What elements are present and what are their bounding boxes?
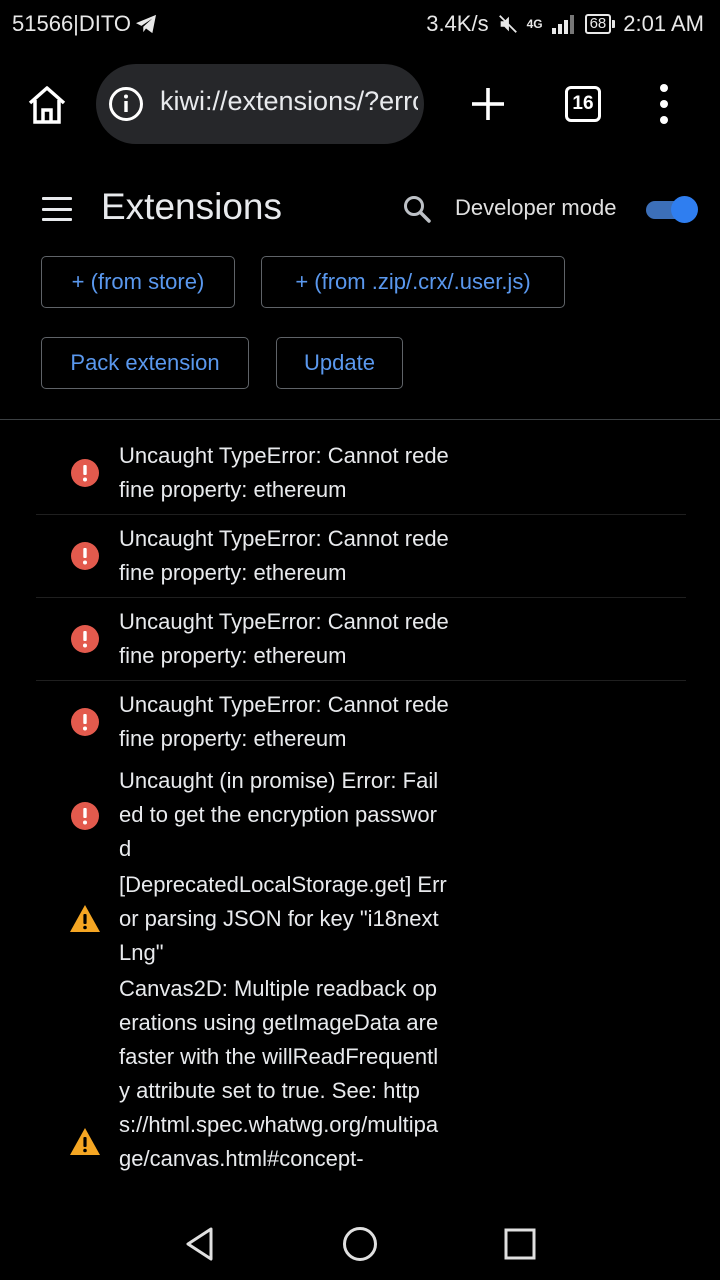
site-info-button[interactable] [108,86,144,122]
net-speed: 3.4K/s [426,11,489,36]
status-bar: 51566|DITO 3.4K/s 4G 68 2:01 AM [0,0,720,50]
divider [0,419,720,420]
error-icon [71,708,99,736]
list-item[interactable]: Canvas2D: Multiple readback operations u… [0,972,720,1212]
home-circle-icon[interactable] [342,1226,378,1262]
update-button[interactable]: Update [276,337,403,389]
extensions-header: Extensions Developer mode [0,170,720,246]
list-item[interactable]: [DeprecatedLocalStorage.get] Error parsi… [0,868,720,970]
warning-icon [70,905,100,932]
system-nav-bar [0,1208,720,1280]
developer-mode-label: Developer mode [455,195,617,220]
recent-apps-icon[interactable] [504,1228,536,1260]
error-message: Uncaught TypeError: Cannot redefine prop… [119,526,449,585]
url-text[interactable]: kiwi://extensions/?errors [160,86,418,117]
list-item[interactable]: Uncaught TypeError: Cannot redefine prop… [0,519,720,602]
home-button[interactable] [22,80,72,130]
list-item[interactable]: Uncaught TypeError: Cannot redefine prop… [0,685,720,768]
menu-icon[interactable] [42,197,72,221]
list-item[interactable]: Uncaught (in promise) Error: Failed to g… [0,764,720,866]
browser-toolbar: kiwi://extensions/?errors 16 [0,62,720,146]
add-from-store-button[interactable]: + (from store) [41,256,235,308]
error-icon [71,459,99,487]
list-item[interactable]: Uncaught TypeError: Cannot redefine prop… [0,602,720,685]
error-message: Uncaught TypeError: Cannot redefine prop… [119,609,449,668]
developer-mode-toggle[interactable] [646,196,698,223]
error-message: Uncaught TypeError: Cannot redefine prop… [119,443,449,502]
error-message: Uncaught (in promise) Error: Failed to g… [119,768,439,861]
error-icon [71,802,99,830]
info-icon [109,87,143,121]
tab-count: 16 [572,93,594,114]
warning-message: [DeprecatedLocalStorage.get] Error parsi… [119,872,447,965]
add-from-file-button[interactable]: + (from .zip/.crx/.user.js) [261,256,565,308]
plus-icon [472,88,504,120]
search-icon[interactable] [402,194,432,224]
new-tab-button[interactable] [466,82,510,126]
list-item[interactable]: Uncaught TypeError: Cannot redefine prop… [0,436,720,519]
address-bar[interactable]: kiwi://extensions/?errors [96,64,424,144]
home-icon [28,86,66,124]
warning-message: Canvas2D: Multiple readback operations u… [119,976,439,1171]
pack-extension-button[interactable]: Pack extension [41,337,249,389]
battery-icon: 68 [584,14,616,34]
overflow-menu-button[interactable] [650,84,678,124]
network-type: 4G [526,17,543,31]
page-title: Extensions [101,186,282,227]
telegram-icon [136,14,157,34]
carrier-label: 51566|DITO [12,11,132,36]
mute-icon [498,15,517,33]
battery-level: 68 [584,14,612,34]
error-icon [71,542,99,570]
tab-switcher-button[interactable]: 16 [565,86,601,122]
clock: 2:01 AM [623,11,704,36]
back-icon[interactable] [183,1226,219,1262]
error-icon [71,625,99,653]
error-message: Uncaught TypeError: Cannot redefine prop… [119,692,449,751]
more-vert-icon [660,84,668,92]
signal-icon [551,15,574,34]
warning-icon [70,1128,100,1155]
